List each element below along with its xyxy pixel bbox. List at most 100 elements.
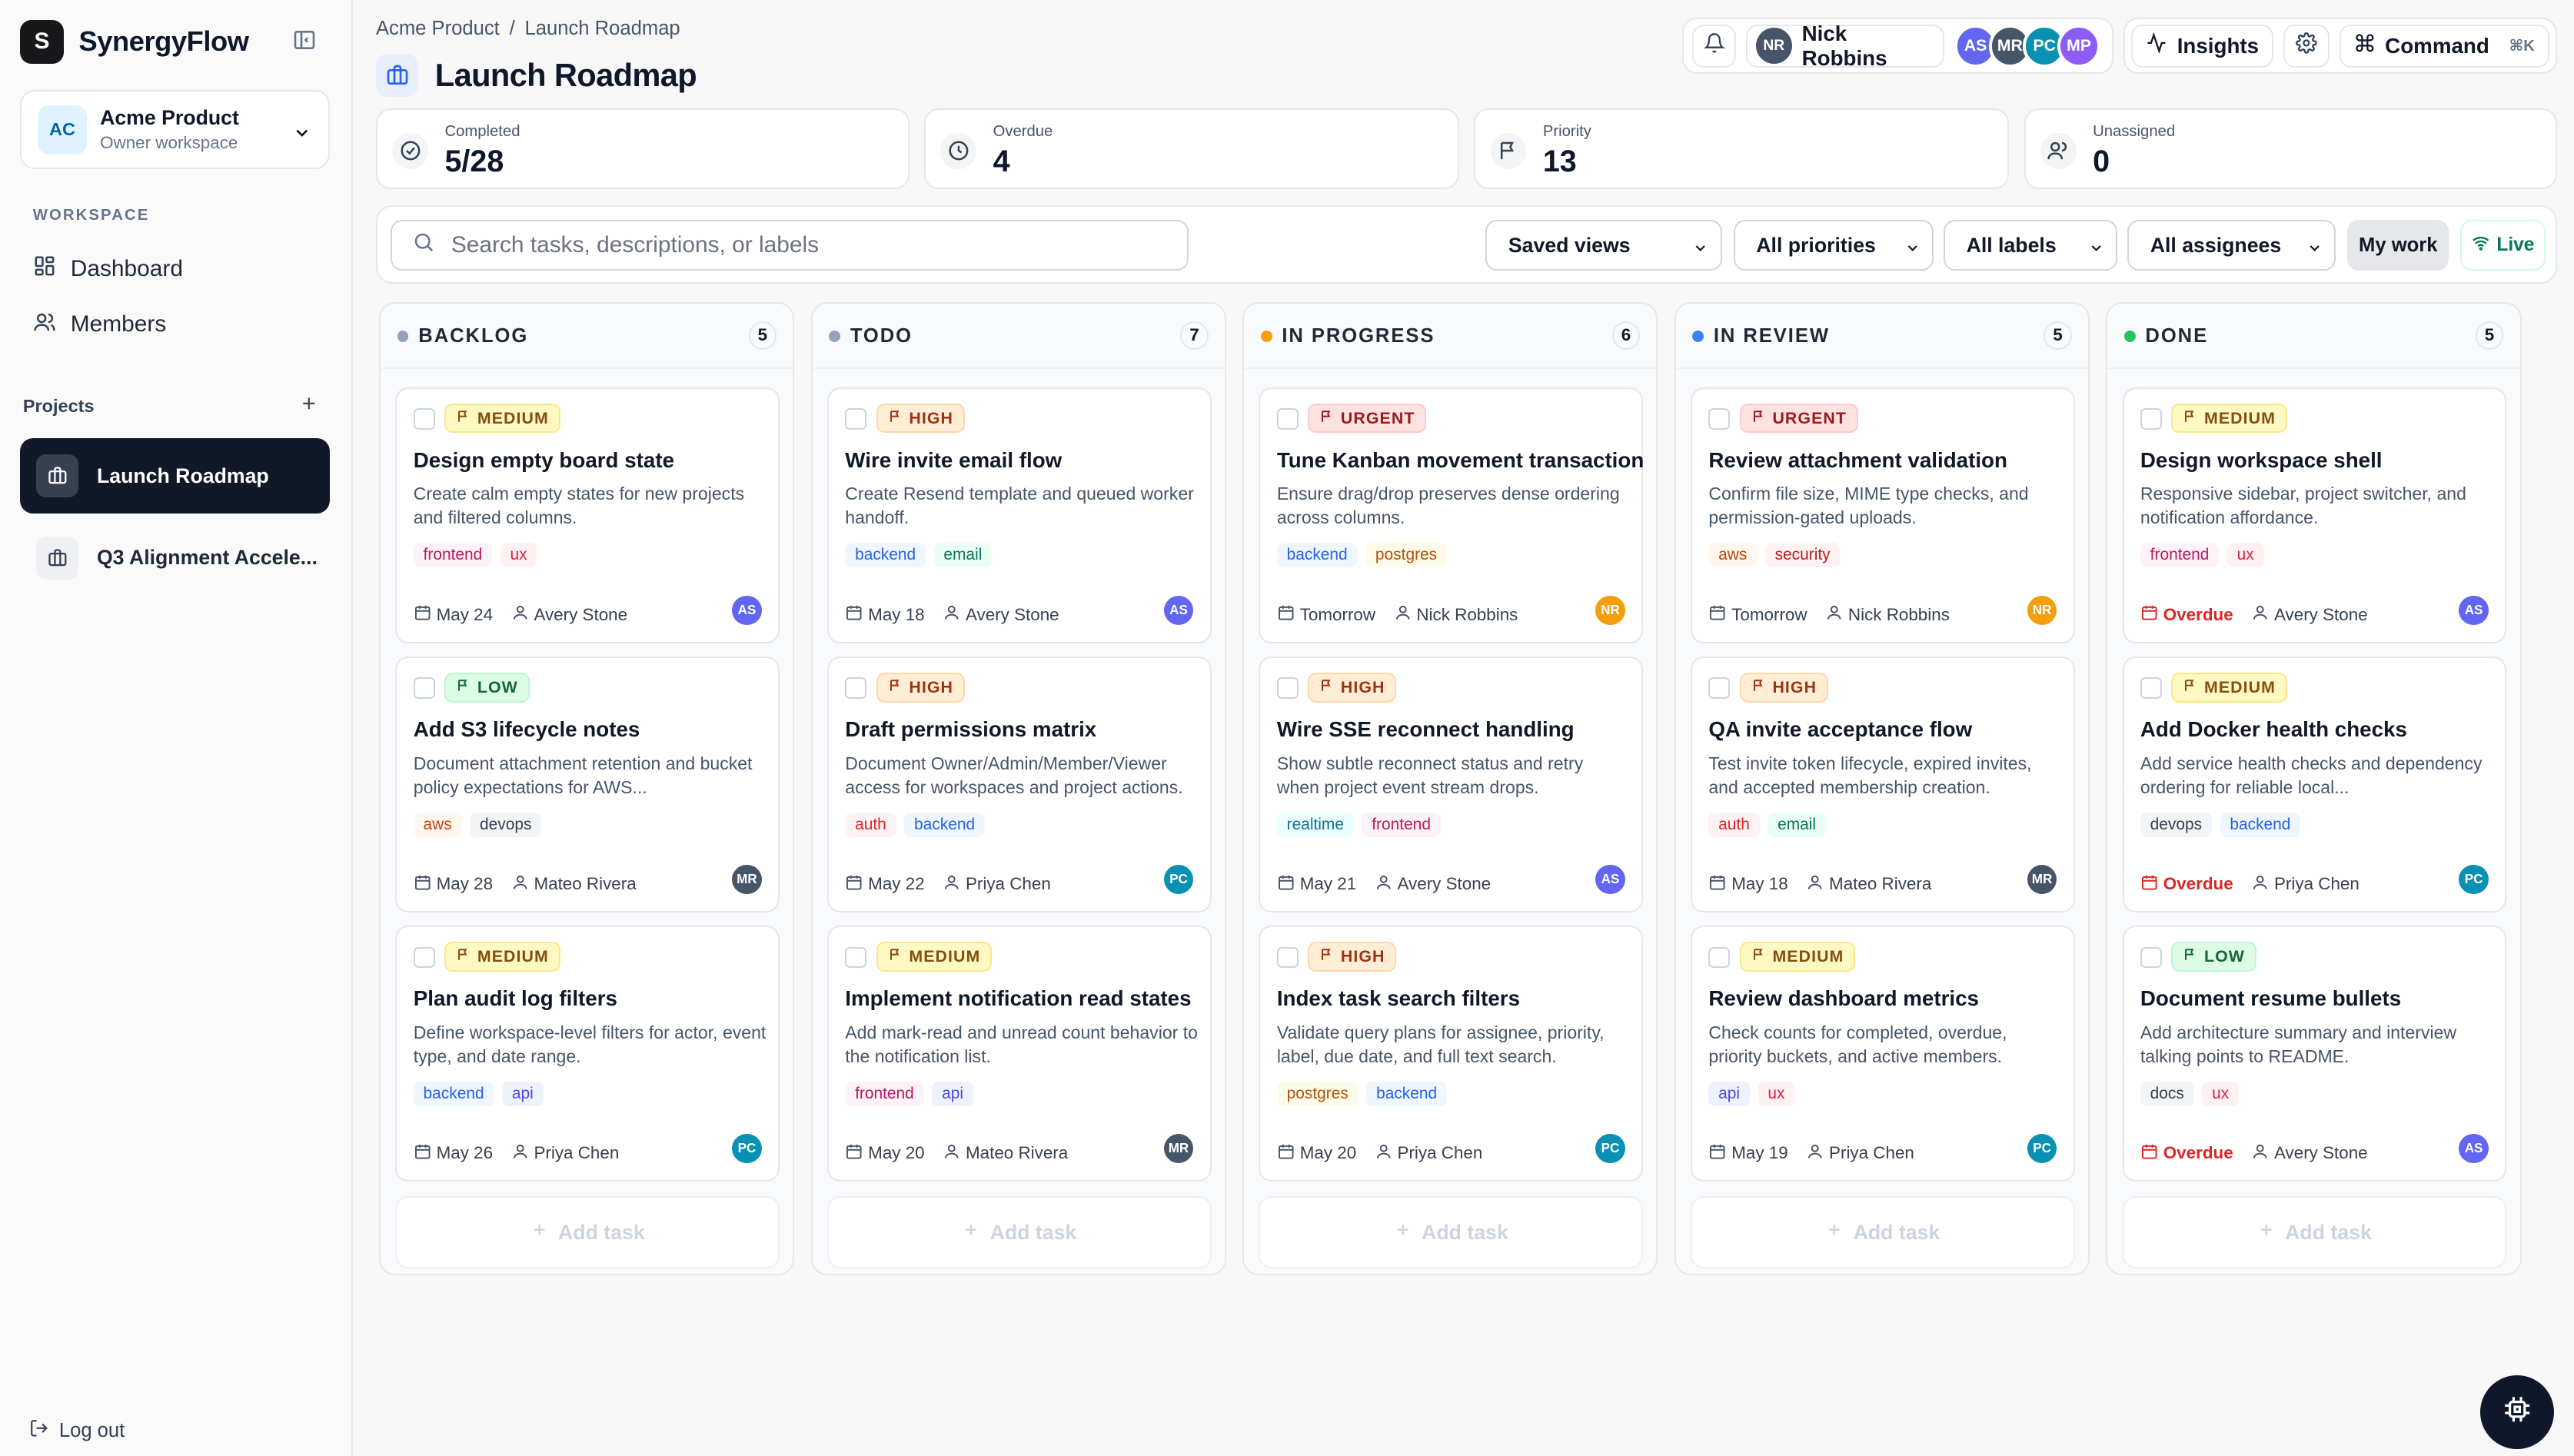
priority-badge[interactable]: MEDIUM xyxy=(2171,403,2287,434)
priority-badge[interactable]: MEDIUM xyxy=(2171,673,2287,703)
avatar[interactable]: PC xyxy=(2459,864,2489,895)
priority-badge[interactable]: LOW xyxy=(2171,942,2256,972)
label-tag[interactable]: docs xyxy=(2140,1081,2194,1106)
label-tag[interactable]: api xyxy=(1708,1081,1750,1106)
avatar[interactable]: PC xyxy=(1595,1134,1625,1164)
avatar[interactable]: AS xyxy=(2459,1134,2489,1164)
priority-badge[interactable]: HIGH xyxy=(1308,942,1397,972)
task-title[interactable]: Plan audit log filters xyxy=(414,986,617,1011)
task-card[interactable]: HIGH QA invite acceptance flow Test invi… xyxy=(1691,656,2075,912)
priority-badge[interactable]: MEDIUM xyxy=(444,942,560,972)
label-tag[interactable]: backend xyxy=(1276,543,1358,568)
avatar[interactable]: MR xyxy=(732,864,762,895)
task-card[interactable]: MEDIUM Plan audit log filters Define wor… xyxy=(395,926,780,1182)
avatar[interactable]: NR xyxy=(2027,595,2057,626)
task-title[interactable]: Document resume bullets xyxy=(2140,986,2401,1011)
task-title[interactable]: Add S3 lifecycle notes xyxy=(414,717,640,742)
task-checkbox[interactable] xyxy=(1708,946,1731,969)
priority-badge[interactable]: URGENT xyxy=(1739,403,1858,434)
task-card[interactable]: HIGH Index task search filters Validate … xyxy=(1259,926,1644,1182)
task-card[interactable]: MEDIUM Implement notification read state… xyxy=(826,926,1212,1182)
label-tag[interactable]: realtime xyxy=(1276,812,1354,837)
label-tag[interactable]: ux xyxy=(1758,1081,1795,1106)
label-tag[interactable]: frontend xyxy=(845,1081,924,1106)
task-checkbox[interactable] xyxy=(413,946,435,969)
add-task-button[interactable]: Add task xyxy=(1691,1196,2075,1269)
task-title[interactable]: Add Docker health checks xyxy=(2140,717,2407,742)
task-title[interactable]: Design empty board state xyxy=(414,448,674,473)
label-tag[interactable]: frontend xyxy=(2140,543,2220,568)
add-task-button[interactable]: Add task xyxy=(826,1196,1212,1269)
label-tag[interactable]: email xyxy=(933,543,993,568)
task-card[interactable]: URGENT Tune Kanban movement transaction … xyxy=(1259,387,1644,643)
avatar[interactable]: MR xyxy=(2027,864,2057,895)
sidebar-item-members[interactable]: Members xyxy=(33,311,166,340)
label-tag[interactable]: api xyxy=(932,1081,973,1106)
task-checkbox[interactable] xyxy=(1276,677,1299,700)
task-checkbox[interactable] xyxy=(1276,946,1299,969)
task-title[interactable]: Implement notification read states xyxy=(845,986,1191,1011)
priority-badge[interactable]: HIGH xyxy=(1739,673,1828,703)
label-tag[interactable]: devops xyxy=(470,812,542,837)
task-checkbox[interactable] xyxy=(1276,408,1299,430)
assignee-filter-select[interactable]: All assignees xyxy=(2127,219,2336,271)
member-avatar-stack[interactable]: AS MR PC MP xyxy=(1954,25,2103,68)
task-card[interactable]: MEDIUM Review dashboard metrics Check co… xyxy=(1691,926,2075,1182)
notifications-button[interactable] xyxy=(1692,25,1737,68)
assistant-fab[interactable] xyxy=(2480,1375,2555,1450)
label-tag[interactable]: ux xyxy=(500,543,537,568)
label-tag[interactable]: frontend xyxy=(413,543,493,568)
priority-badge[interactable]: MEDIUM xyxy=(1739,942,1856,972)
settings-button[interactable] xyxy=(2283,25,2330,68)
label-tag[interactable]: ux xyxy=(2202,1081,2239,1106)
task-checkbox[interactable] xyxy=(413,408,435,430)
task-card[interactable]: HIGH Draft permissions matrix Document O… xyxy=(826,656,1212,912)
task-checkbox[interactable] xyxy=(2140,677,2162,700)
avatar[interactable]: PC xyxy=(2027,1134,2057,1164)
task-checkbox[interactable] xyxy=(1708,408,1731,430)
task-title[interactable]: Design workspace shell xyxy=(2140,448,2383,473)
workspace-switcher[interactable]: AC Acme Product Owner workspace xyxy=(19,90,331,169)
task-card[interactable]: MEDIUM Design workspace shell Responsive… xyxy=(2122,387,2507,643)
priority-badge[interactable]: MEDIUM xyxy=(444,403,560,434)
label-filter-select[interactable]: All labels xyxy=(1943,219,2118,271)
task-checkbox[interactable] xyxy=(413,677,435,700)
project-item-launch-roadmap[interactable]: Launch Roadmap xyxy=(19,438,331,514)
logout-button[interactable]: Log out xyxy=(29,1418,125,1444)
avatar[interactable]: PC xyxy=(1163,864,1194,895)
task-checkbox[interactable] xyxy=(845,677,867,700)
collapse-sidebar-icon[interactable] xyxy=(292,28,320,55)
task-card[interactable]: URGENT Review attachment validation Conf… xyxy=(1691,387,2075,643)
priority-badge[interactable]: MEDIUM xyxy=(876,942,993,972)
label-tag[interactable]: postgres xyxy=(1276,1081,1358,1106)
task-title[interactable]: Wire invite email flow xyxy=(845,448,1062,473)
label-tag[interactable]: ux xyxy=(2226,543,2264,568)
priority-badge[interactable]: LOW xyxy=(444,673,530,703)
label-tag[interactable]: postgres xyxy=(1365,543,1447,568)
label-tag[interactable]: frontend xyxy=(1362,812,1441,837)
priority-badge[interactable]: HIGH xyxy=(1308,673,1397,703)
label-tag[interactable]: backend xyxy=(1366,1081,1447,1106)
label-tag[interactable]: backend xyxy=(2220,812,2301,837)
add-task-button[interactable]: Add task xyxy=(1259,1196,1644,1269)
label-tag[interactable]: aws xyxy=(1708,543,1758,568)
task-card[interactable]: LOW Document resume bullets Add architec… xyxy=(2122,926,2507,1182)
task-checkbox[interactable] xyxy=(2140,408,2162,430)
saved-views-select[interactable]: Saved views xyxy=(1485,219,1722,271)
task-title[interactable]: Draft permissions matrix xyxy=(845,717,1096,742)
task-title[interactable]: Wire SSE reconnect handling xyxy=(1277,717,1575,742)
task-card[interactable]: LOW Add S3 lifecycle notes Document atta… xyxy=(395,656,780,912)
label-tag[interactable]: backend xyxy=(413,1081,494,1106)
priority-badge[interactable]: HIGH xyxy=(876,403,965,434)
label-tag[interactable]: email xyxy=(1768,812,1826,837)
breadcrumb-workspace[interactable]: Acme Product xyxy=(376,18,500,40)
avatar[interactable]: MR xyxy=(1163,1134,1194,1164)
priority-filter-select[interactable]: All priorities xyxy=(1733,219,1934,271)
my-work-toggle[interactable]: My work xyxy=(2347,219,2449,271)
brand[interactable]: S SynergyFlow xyxy=(19,19,249,65)
avatar[interactable]: AS xyxy=(732,595,762,626)
task-card[interactable]: MEDIUM Design empty board state Create c… xyxy=(395,387,780,643)
search-input[interactable] xyxy=(451,232,1141,259)
task-title[interactable]: QA invite acceptance flow xyxy=(1708,717,1972,742)
task-card[interactable]: HIGH Wire SSE reconnect handling Show su… xyxy=(1259,656,1644,912)
